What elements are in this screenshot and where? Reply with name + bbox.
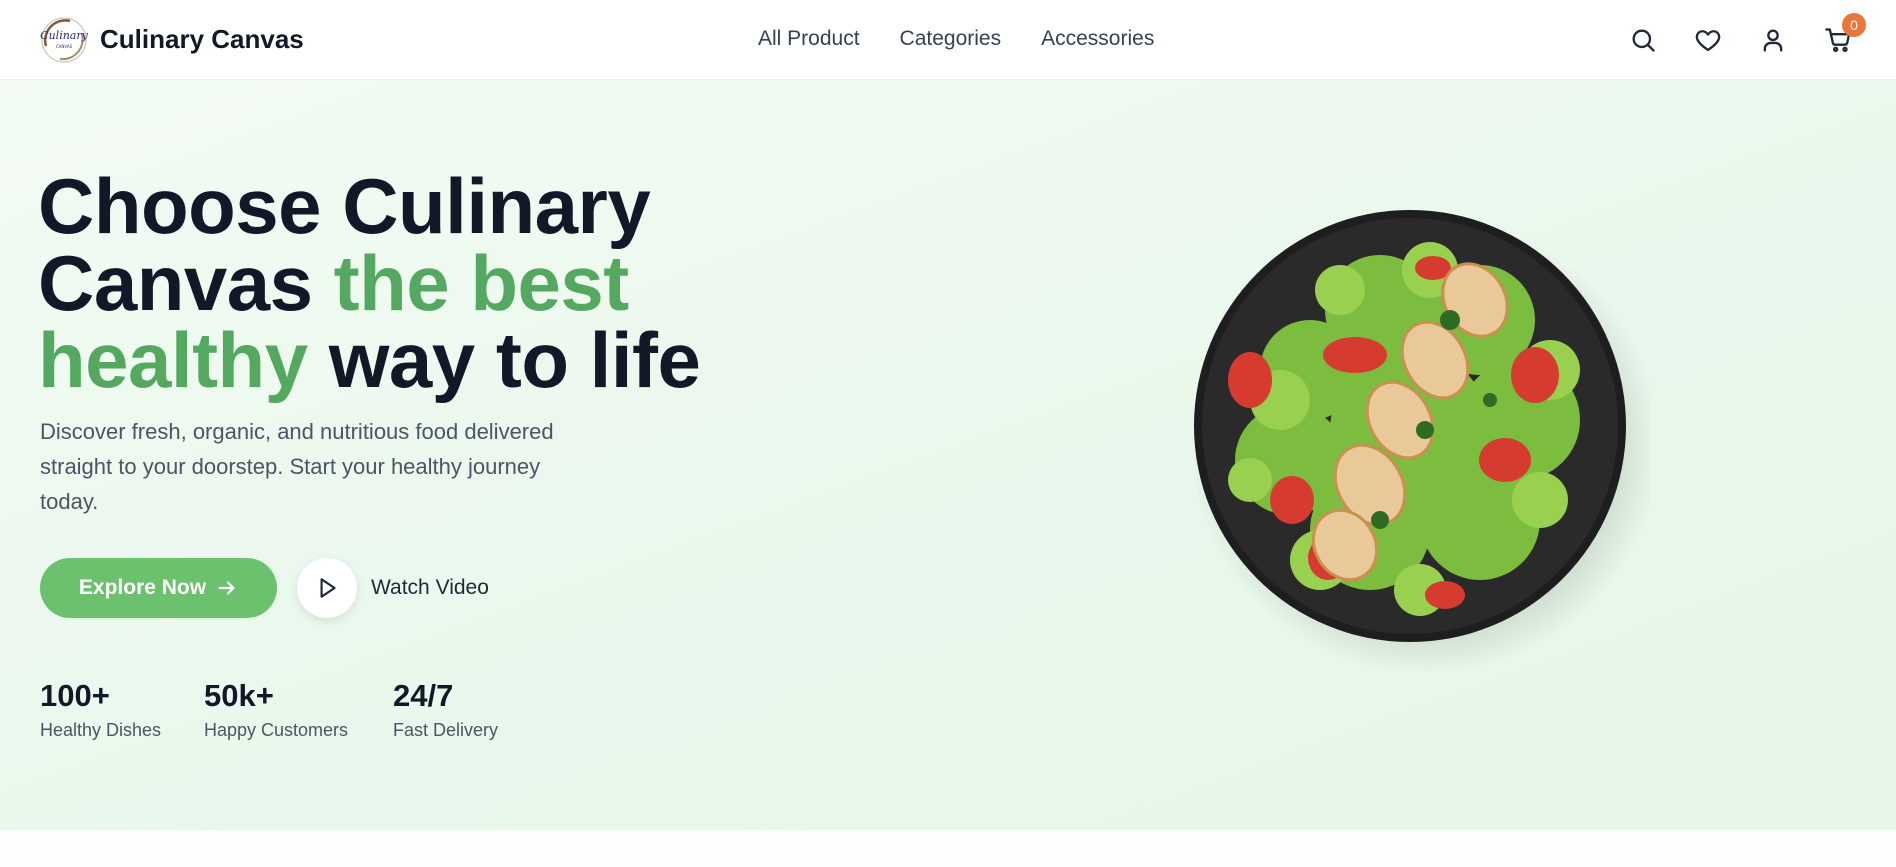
stat-value: 24/7 <box>393 678 454 713</box>
play-video-button[interactable] <box>297 558 357 618</box>
svg-text:CANVAS: CANVAS <box>56 44 73 49</box>
explore-now-button[interactable]: Explore Now <box>40 558 277 618</box>
nav-accessories[interactable]: Accessories <box>1041 27 1154 51</box>
arrow-right-icon <box>218 581 235 595</box>
hero-title-line3: way to life <box>307 316 701 404</box>
stat-value: 100+ <box>40 678 110 713</box>
brand-name[interactable]: Culinary Canvas <box>100 24 304 55</box>
stat-happy-customers: 50k+ Happy Customers <box>204 678 348 741</box>
top-navbar: Culinary CANVAS Culinary Canvas All Prod… <box>0 0 1896 80</box>
stat-label: Healthy Dishes <box>40 720 162 740</box>
hero-title-accent: the best <box>333 239 630 327</box>
main-nav: All Product Categories Accessories <box>758 27 1154 51</box>
stat-value: 50k+ <box>204 678 274 713</box>
watch-video-link[interactable]: Watch Video <box>371 576 489 600</box>
heart-icon[interactable] <box>1694 26 1722 54</box>
stat-label: Happy Customers <box>204 720 349 740</box>
stat-label: Fast Delivery <box>393 720 499 740</box>
hero-description: Discover fresh, organic, and nutritious … <box>40 419 554 514</box>
brand-logo[interactable]: Culinary CANVAS <box>40 16 88 64</box>
cart-count-badge: 0 <box>1842 13 1866 37</box>
nav-categories[interactable]: Categories <box>900 27 1002 51</box>
hero-title: Choose Culinary Canvas the best healthy … <box>38 167 798 399</box>
user-icon[interactable] <box>1759 26 1787 54</box>
nav-all-product[interactable]: All Product <box>758 27 860 51</box>
search-icon[interactable] <box>1629 26 1657 54</box>
svg-text:Culinary: Culinary <box>40 29 88 42</box>
hero-title-accent-2: healthy <box>38 316 308 404</box>
play-icon <box>320 578 336 598</box>
salad-bowl-image <box>1190 210 1650 670</box>
hero-title-line1: Choose Culinary <box>38 162 651 250</box>
stat-fast-delivery: 24/7 Fast Delivery <box>393 678 498 741</box>
explore-now-label: Explore Now <box>78 576 207 599</box>
stat-healthy-dishes: 100+ Healthy Dishes <box>40 678 161 741</box>
hero-title-line2: Canvas <box>38 239 334 327</box>
